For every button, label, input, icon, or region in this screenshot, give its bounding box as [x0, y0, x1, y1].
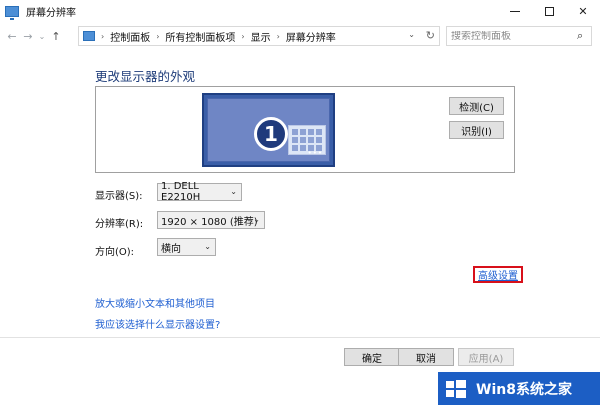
monitor-dots: ••• [307, 149, 323, 157]
window-title: 屏幕分辨率 [26, 7, 76, 19]
display-app-icon [5, 5, 19, 20]
title-bar: 屏幕分辨率 ✕ [0, 0, 600, 22]
orientation-label: 方向(O): [95, 247, 135, 258]
display-label: 显示器(S): [95, 191, 143, 202]
ok-button[interactable]: 确定 [344, 348, 400, 366]
back-button[interactable]: ← [4, 27, 20, 45]
breadcrumb-separator[interactable]: › [241, 32, 244, 41]
breadcrumb-display[interactable]: 显示 [251, 29, 271, 44]
advanced-settings-link[interactable]: 高级设置 [473, 266, 523, 283]
address-bar[interactable]: › 控制面板 › 所有控制面板项 › 显示 › 屏幕分辨率 ⌄ ↻ [78, 26, 440, 46]
breadcrumb-separator[interactable]: › [156, 32, 159, 41]
cancel-button[interactable]: 取消 [398, 348, 454, 366]
watermark-text: Win8系统之家 [476, 381, 572, 398]
display-settings-help-link[interactable]: 我应该选择什么显示器设置? [95, 316, 220, 331]
chevron-down-icon: ⌄ [38, 31, 46, 41]
maximize-button[interactable] [532, 0, 566, 22]
up-arrow-icon: ↑ [51, 29, 61, 43]
search-input[interactable] [451, 30, 573, 42]
chevron-down-icon: ⌄ [230, 187, 237, 196]
resolution-select-value: 1920 × 1080 (推荐) [161, 216, 258, 228]
breadcrumb-all-items[interactable]: 所有控制面板项 [165, 29, 235, 44]
chevron-down-icon: ⌄ [204, 242, 211, 251]
chevron-down-icon: ⌄ [253, 215, 260, 224]
search-icon[interactable]: ⌕ [577, 29, 583, 43]
watermark: Win8系统之家 [438, 372, 600, 405]
page-title: 更改显示器的外观 [95, 69, 196, 84]
resolution-label: 分辨率(R): [95, 219, 144, 230]
footer-divider [0, 337, 600, 338]
display-select[interactable]: 1. DELL E2210H ⌄ [157, 181, 242, 203]
refresh-icon[interactable]: ↻ [426, 29, 435, 42]
navigation-bar: ← → ⌄ ↑ › 控制面板 › 所有控制面板项 › 显示 › 屏幕分辨率 ⌄ … [0, 24, 600, 48]
forward-button[interactable]: → [20, 27, 36, 45]
enlarge-text-link[interactable]: 放大或缩小文本和其他项目 [95, 295, 215, 310]
monitor-screen: 1 ••• [207, 98, 330, 162]
orientation-select-value: 横向 [161, 243, 181, 255]
breadcrumb-separator[interactable]: › [277, 32, 280, 41]
recent-locations-button[interactable]: ⌄ [36, 27, 48, 45]
search-box: ⌕ [446, 26, 592, 46]
display-select-value: 1. DELL E2210H [161, 181, 201, 203]
minimize-icon [510, 10, 520, 12]
up-button[interactable]: ↑ [48, 27, 64, 45]
forward-arrow-icon: → [23, 29, 33, 43]
control-panel-icon [83, 31, 95, 41]
apply-button[interactable]: 应用(A) [458, 348, 514, 366]
monitor-thumbnail[interactable]: 1 ••• [202, 93, 335, 167]
maximize-icon [544, 6, 554, 16]
monitor-number-badge: 1 [254, 117, 288, 151]
orientation-select[interactable]: 横向 ⌄ [157, 238, 216, 256]
detect-button[interactable]: 检测(C) [449, 97, 504, 115]
close-icon: ✕ [578, 4, 588, 18]
minimize-button[interactable] [498, 0, 532, 22]
address-dropdown-icon[interactable]: ⌄ [408, 30, 415, 39]
breadcrumb-control-panel[interactable]: 控制面板 [110, 29, 150, 44]
breadcrumb-separator: › [101, 31, 105, 41]
back-arrow-icon: ← [7, 29, 17, 43]
resolution-select[interactable]: 1920 × 1080 (推荐) ⌄ [157, 211, 265, 229]
close-button[interactable]: ✕ [566, 0, 600, 22]
monitor-preview-panel: 1 ••• 检测(C) 识别(I) [95, 86, 515, 173]
identify-button[interactable]: 识别(I) [449, 121, 504, 139]
window-controls: ✕ [498, 0, 600, 22]
breadcrumb-screen-resolution[interactable]: 屏幕分辨率 [286, 29, 336, 44]
windows-logo-icon [446, 379, 466, 398]
